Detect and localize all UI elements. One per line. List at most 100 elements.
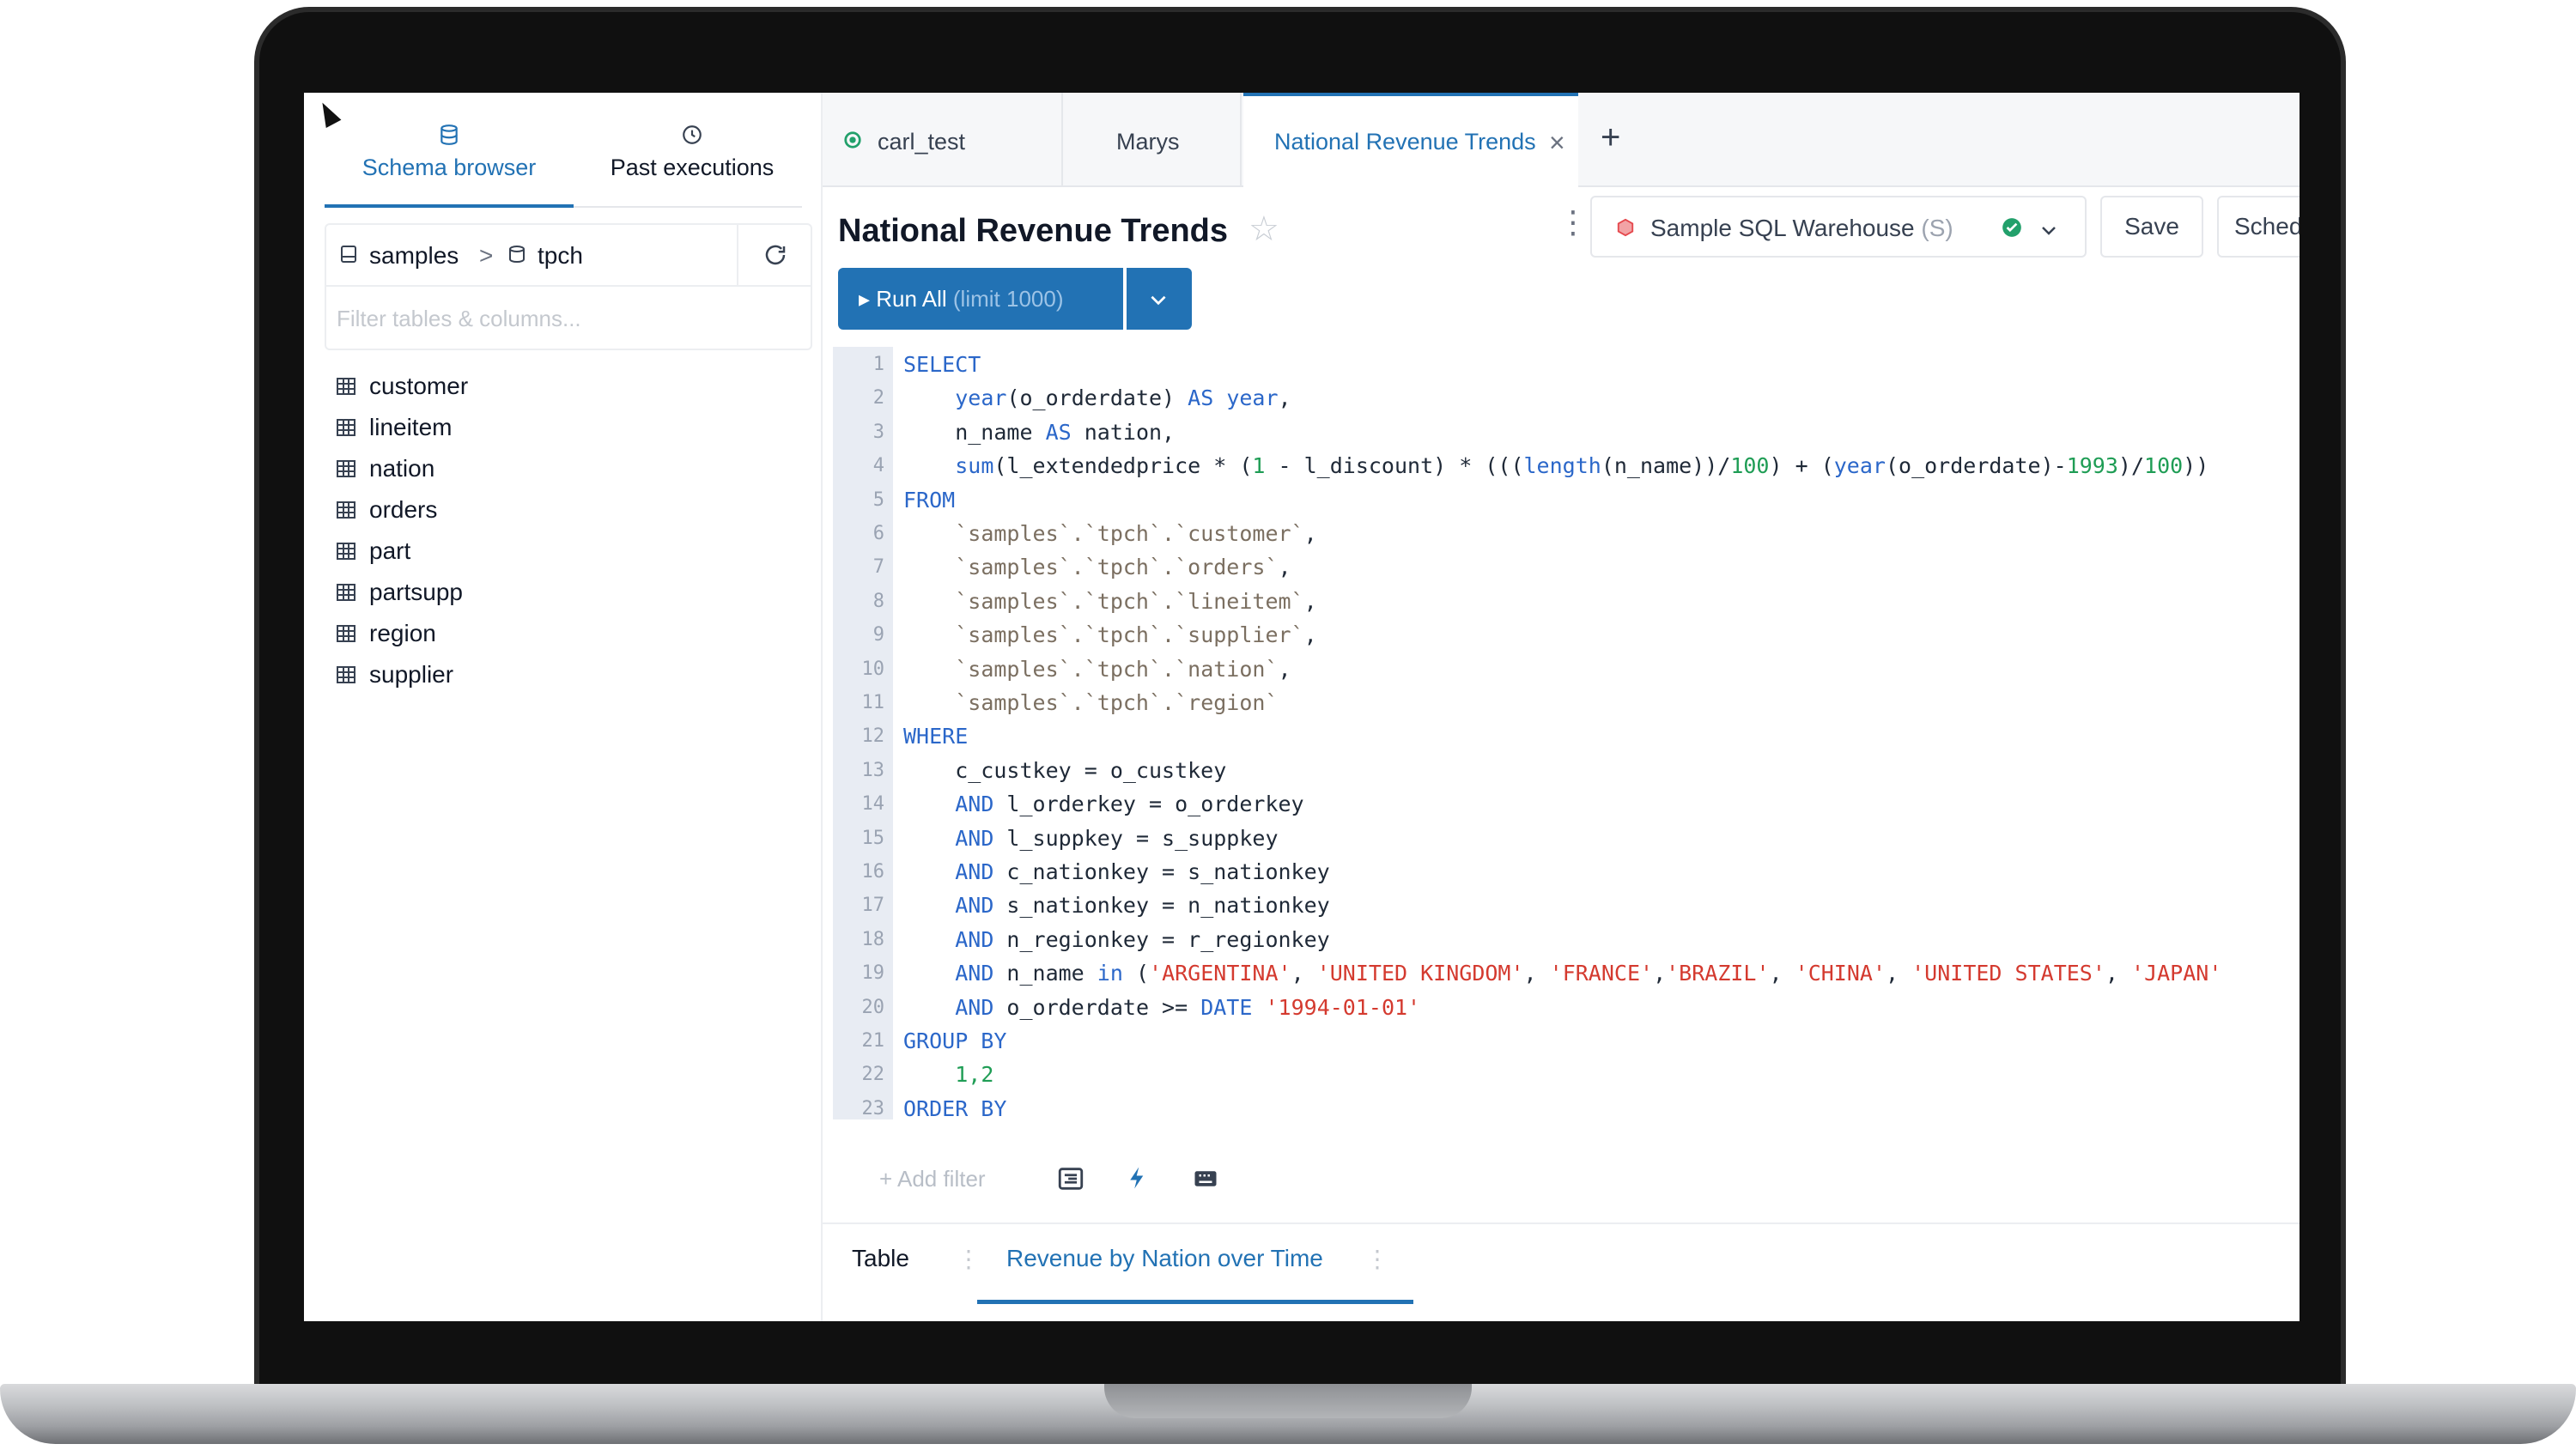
table-item[interactable]: orders bbox=[335, 489, 799, 531]
code-line[interactable]: 19 AND n_name in ('ARGENTINA', 'UNITED K… bbox=[833, 957, 2300, 990]
code-line[interactable]: 9 `samples`.`tpch`.`supplier`, bbox=[833, 619, 2300, 652]
schedule-button[interactable]: Sched bbox=[2217, 196, 2300, 258]
code-token: l_suppkey = s_suppkey bbox=[993, 825, 1279, 851]
run-limit-label: (limit 1000) bbox=[952, 285, 1064, 312]
code-line[interactable]: 15 AND l_suppkey = s_suppkey bbox=[833, 822, 2300, 855]
code-text: ORDER BY bbox=[903, 1096, 1006, 1119]
add-filter-button[interactable]: + Add filter bbox=[879, 1166, 986, 1192]
code-token: 'FRANCE' bbox=[1549, 961, 1654, 986]
page-title[interactable]: National Revenue Trends bbox=[838, 213, 1228, 250]
line-number: 1 bbox=[872, 354, 884, 375]
keyboard-icon[interactable] bbox=[1190, 1166, 1221, 1192]
table-item[interactable]: nation bbox=[335, 448, 799, 489]
code-text: `samples`.`tpch`.`supplier`, bbox=[903, 622, 1316, 647]
tab-options-icon[interactable]: ⋮ bbox=[957, 1245, 981, 1273]
query-tab-marys[interactable]: Marys bbox=[1065, 93, 1242, 187]
warehouse-selector[interactable]: Sample SQL Warehouse (S) bbox=[1590, 196, 2087, 258]
table-icon bbox=[337, 625, 355, 642]
code-line[interactable]: 10 `samples`.`tpch`.`nation`, bbox=[833, 653, 2300, 686]
breadcrumb-schema[interactable]: tpch bbox=[538, 242, 583, 270]
chevron-down-icon bbox=[1151, 295, 1166, 306]
table-item[interactable]: partsupp bbox=[335, 572, 799, 613]
tab-results-table[interactable]: Table bbox=[852, 1245, 909, 1272]
code-line[interactable]: 8 `samples`.`tpch`.`lineitem`, bbox=[833, 585, 2300, 618]
query-tab-national-revenue-trends[interactable]: National Revenue Trends × bbox=[1243, 93, 1578, 189]
code-line[interactable]: 17 AND s_nationkey = n_nationkey bbox=[833, 889, 2300, 922]
format-query-icon[interactable] bbox=[1056, 1164, 1085, 1193]
query-tab-carl-test[interactable]: carl_test bbox=[823, 93, 1063, 187]
code-token: , bbox=[2105, 961, 2132, 986]
schema-panel: Schema browser Past executions samples > bbox=[304, 93, 823, 1321]
code-token: GROUP BY bbox=[903, 1028, 1007, 1053]
table-name: region bbox=[369, 620, 436, 646]
code-line[interactable]: 7 `samples`.`tpch`.`orders`, bbox=[833, 551, 2300, 584]
close-tab-icon[interactable]: × bbox=[1549, 127, 1565, 159]
filter-tables-input[interactable] bbox=[337, 297, 800, 340]
code-token: 100 bbox=[1730, 453, 1770, 479]
breadcrumb-catalog[interactable]: samples bbox=[369, 242, 459, 270]
code-text: 1,2 bbox=[903, 1062, 993, 1087]
code-token: year bbox=[1833, 453, 1886, 479]
code-line[interactable]: 2 year(o_orderdate) AS year, bbox=[833, 382, 2300, 415]
table-item[interactable]: region bbox=[335, 613, 799, 654]
tab-visualization-revenue[interactable]: Revenue by Nation over Time bbox=[1006, 1245, 1323, 1272]
assistant-bolt-icon[interactable] bbox=[1125, 1162, 1151, 1193]
code-token: year bbox=[955, 385, 1007, 411]
code-line[interactable]: 21 GROUP BY bbox=[833, 1025, 2300, 1058]
code-line[interactable]: 12 WHERE bbox=[833, 720, 2300, 753]
code-line[interactable]: 23 ORDER BY bbox=[833, 1093, 2300, 1119]
code-line[interactable]: 5 FROM bbox=[833, 484, 2300, 517]
code-token: `samples`.`tpch`.`nation` bbox=[955, 656, 1279, 682]
line-number: 13 bbox=[861, 759, 885, 781]
line-number: 10 bbox=[861, 658, 885, 680]
code-line[interactable]: 6 `samples`.`tpch`.`customer`, bbox=[833, 518, 2300, 550]
code-token: ( bbox=[1122, 961, 1150, 986]
code-line[interactable]: 3 n_name AS nation, bbox=[833, 416, 2300, 449]
add-tab-button[interactable]: + bbox=[1601, 118, 1620, 157]
code-token: FROM bbox=[903, 487, 956, 513]
save-button[interactable]: Save bbox=[2100, 196, 2203, 258]
table-item[interactable]: customer bbox=[335, 366, 799, 407]
code-token: (o_orderdate) bbox=[1006, 385, 1188, 411]
laptop-notch bbox=[1104, 1384, 1472, 1418]
more-options-icon[interactable]: ⋮ bbox=[1558, 204, 1589, 240]
tab-schema-browser[interactable]: Schema browser bbox=[325, 108, 574, 208]
table-item[interactable]: lineitem bbox=[335, 407, 799, 448]
line-number: 5 bbox=[872, 488, 884, 511]
code-token: ORDER BY bbox=[903, 1095, 1007, 1119]
code-line[interactable]: 16 AND c_nationkey = s_nationkey bbox=[833, 856, 2300, 889]
code-line[interactable]: 4 sum(l_extendedprice * (1 - l_discount)… bbox=[833, 450, 2300, 482]
table-icon bbox=[337, 378, 355, 395]
code-line[interactable]: 14 AND l_orderkey = o_orderkey bbox=[833, 788, 2300, 821]
refresh-button[interactable] bbox=[737, 225, 811, 285]
code-line[interactable]: 18 AND n_regionkey = r_regionkey bbox=[833, 924, 2300, 956]
table-item[interactable]: supplier bbox=[335, 654, 799, 695]
code-token: AS bbox=[1188, 385, 1214, 411]
code-line[interactable]: 22 1,2 bbox=[833, 1059, 2300, 1091]
database-icon bbox=[440, 124, 458, 145]
table-item[interactable]: part bbox=[335, 531, 799, 572]
tab-options-icon[interactable]: ⋮ bbox=[1365, 1245, 1389, 1273]
code-token: , bbox=[1303, 521, 1317, 546]
favorite-star-icon[interactable]: ☆ bbox=[1249, 209, 1279, 249]
line-number: 2 bbox=[872, 387, 884, 410]
code-line[interactable]: 1 SELECT bbox=[833, 349, 2300, 381]
code-token: , bbox=[1278, 385, 1291, 411]
breadcrumb[interactable]: samples > tpch bbox=[326, 225, 811, 287]
query-tab-label: Marys bbox=[1116, 129, 1180, 155]
code-token: `samples`.`tpch`.`region` bbox=[955, 690, 1279, 715]
run-all-button[interactable]: ▸ Run All (limit 1000) bbox=[838, 268, 1123, 330]
line-number: 14 bbox=[861, 793, 885, 816]
sql-editor[interactable]: 1 SELECT 2 year(o_orderdate) AS year, 3 n_n… bbox=[833, 347, 2300, 1119]
code-line[interactable]: 20 AND o_orderdate >= DATE '1994-01-01' bbox=[833, 992, 2300, 1024]
run-options-dropdown[interactable] bbox=[1127, 268, 1192, 330]
tab-past-executions[interactable]: Past executions bbox=[582, 108, 802, 208]
code-line[interactable]: 13 c_custkey = o_custkey bbox=[833, 755, 2300, 787]
code-line[interactable]: 11 `samples`.`tpch`.`region` bbox=[833, 687, 2300, 719]
